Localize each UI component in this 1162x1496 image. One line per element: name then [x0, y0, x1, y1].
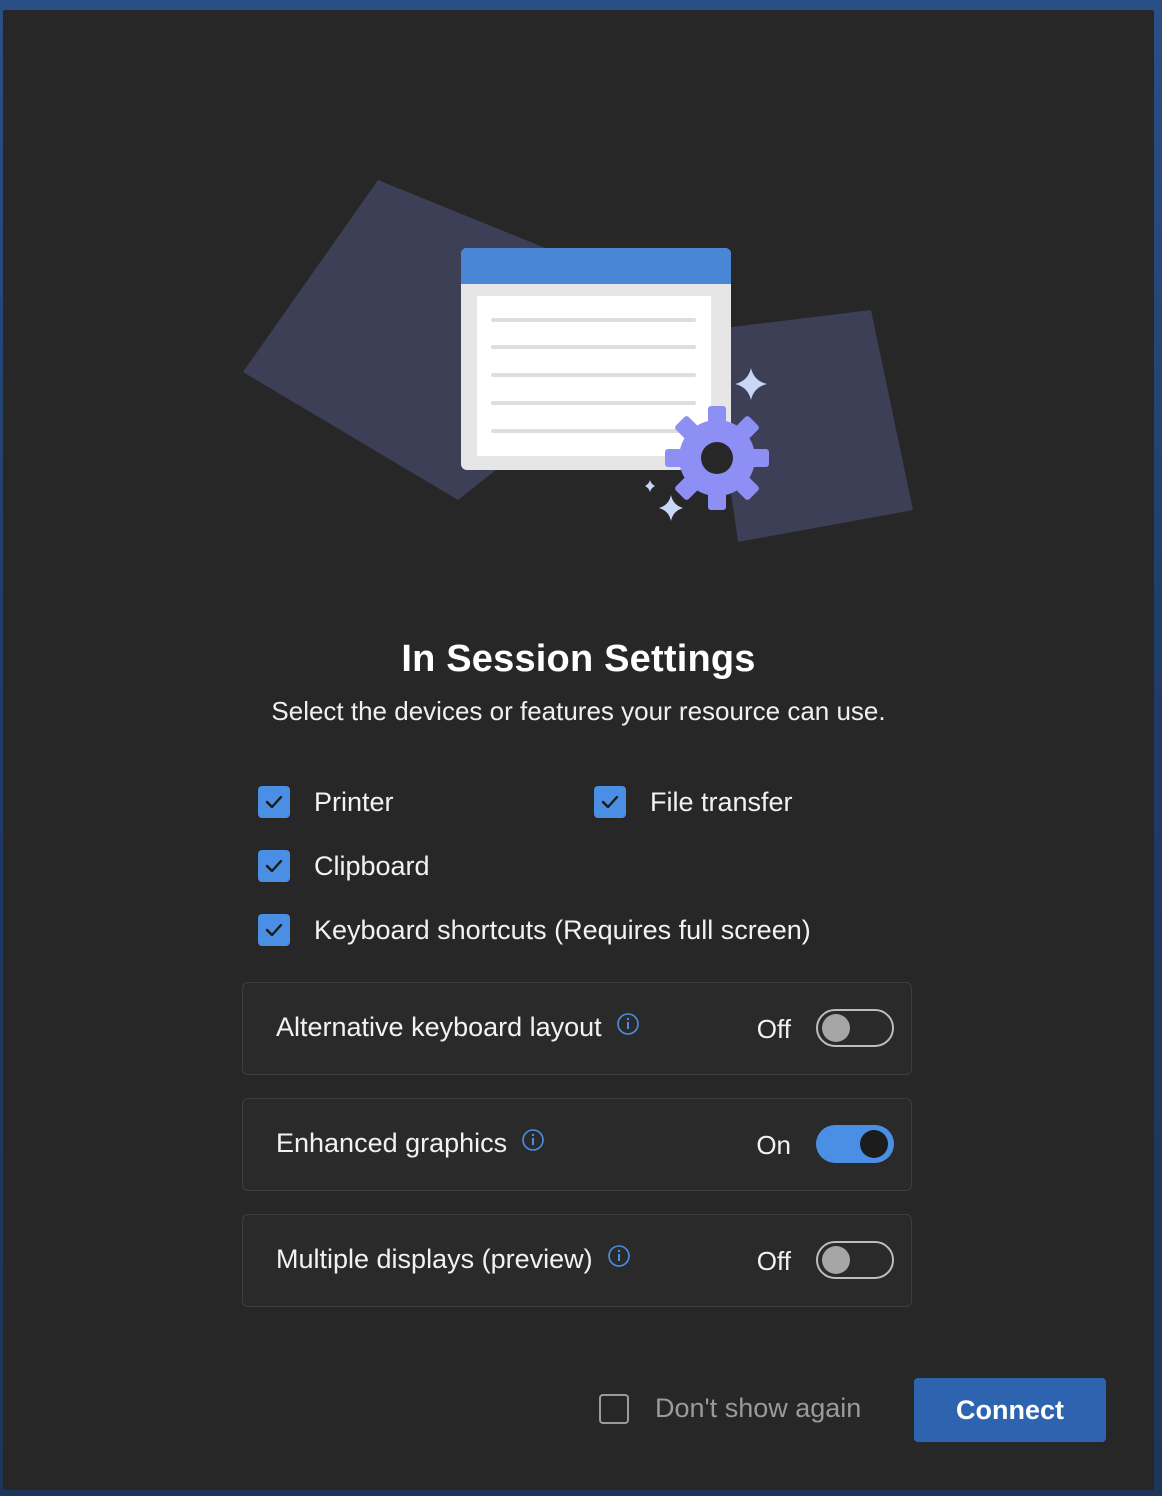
dont-show-again-row[interactable]: Don't show again: [599, 1393, 861, 1424]
setting-label: Enhanced graphics: [276, 1128, 545, 1159]
checkmark-icon: [265, 859, 283, 873]
keyboard-shortcuts-label: Keyboard shortcuts (Requires full screen…: [314, 914, 811, 945]
enhanced-graphics-card: Enhanced graphics On: [242, 1098, 912, 1191]
setting-state: Off: [756, 1014, 791, 1044]
alternative-keyboard-layout-label: Alternative keyboard layout: [276, 1012, 602, 1042]
dont-show-again-checkbox[interactable]: [599, 1393, 629, 1424]
sparkle-icon: [659, 495, 683, 521]
dialog-subtitle: Select the devices or features your reso…: [271, 696, 886, 726]
window-frame: In Session Settings Select the devices o…: [0, 0, 1162, 1496]
toggle-knob: [860, 1130, 888, 1158]
setting-label: Multiple displays (preview): [276, 1244, 631, 1275]
checkmark-icon: [265, 923, 283, 937]
setting-label: Alternative keyboard layout: [276, 1012, 640, 1043]
printer-checkbox[interactable]: [258, 786, 290, 818]
file-transfer-checkbox-row[interactable]: File transfer: [594, 784, 793, 820]
clipboard-checkbox[interactable]: [258, 850, 290, 882]
alternative-keyboard-layout-card: Alternative keyboard layout Off: [242, 982, 912, 1075]
dont-show-again-label: Don't show again: [655, 1393, 862, 1423]
in-session-settings-dialog: In Session Settings Select the devices o…: [3, 10, 1154, 1490]
keyboard-shortcuts-checkbox-row[interactable]: Keyboard shortcuts (Requires full screen…: [258, 912, 811, 948]
enhanced-graphics-label: Enhanced graphics: [276, 1128, 508, 1158]
multiple-displays-toggle[interactable]: [816, 1241, 894, 1279]
alternative-keyboard-layout-toggle[interactable]: [816, 1009, 894, 1047]
file-transfer-label: File transfer: [650, 786, 793, 817]
setting-state: Off: [756, 1246, 791, 1276]
printer-checkbox-row[interactable]: Printer: [258, 784, 394, 820]
clipboard-checkbox-row[interactable]: Clipboard: [258, 848, 430, 884]
checkmark-icon: [601, 795, 619, 809]
clipboard-label: Clipboard: [314, 850, 430, 881]
info-icon[interactable]: [521, 1128, 545, 1152]
sparkle-icon: [645, 480, 655, 492]
setting-state: On: [756, 1130, 791, 1160]
toggle-knob: [822, 1014, 850, 1042]
enhanced-graphics-toggle[interactable]: [816, 1125, 894, 1163]
connect-button[interactable]: Connect: [914, 1378, 1106, 1442]
dialog-title: In Session Settings: [401, 638, 756, 680]
file-transfer-checkbox[interactable]: [594, 786, 626, 818]
multiple-displays-label: Multiple displays (preview): [276, 1244, 593, 1274]
toggle-knob: [822, 1246, 850, 1274]
info-icon[interactable]: [616, 1012, 640, 1036]
printer-label: Printer: [314, 786, 394, 817]
checkmark-icon: [265, 795, 283, 809]
info-icon[interactable]: [607, 1244, 631, 1268]
gear-icon: [665, 406, 769, 510]
keyboard-shortcuts-checkbox[interactable]: [258, 914, 290, 946]
settings-illustration: [243, 180, 913, 542]
multiple-displays-card: Multiple displays (preview) Off: [242, 1214, 912, 1307]
